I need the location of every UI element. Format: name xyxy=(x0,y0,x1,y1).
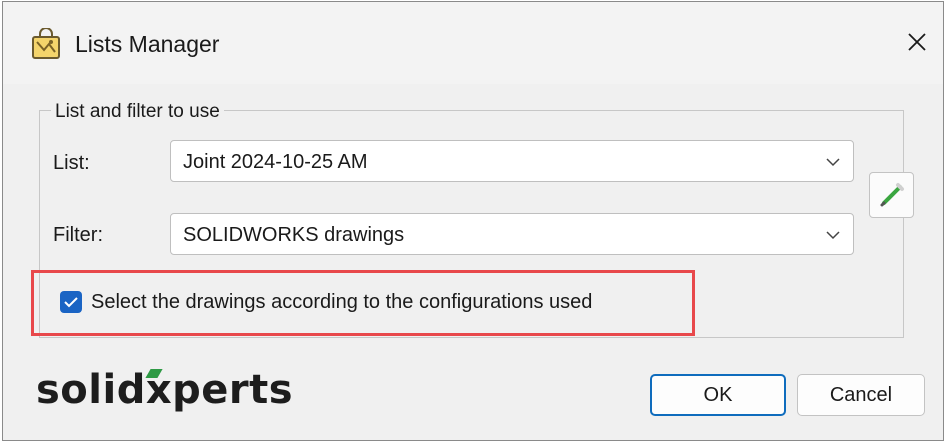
cancel-button[interactable]: Cancel xyxy=(797,374,925,416)
lists-manager-icon xyxy=(32,28,60,59)
filter-label: Filter: xyxy=(53,224,103,246)
chevron-down-icon xyxy=(826,231,840,240)
logo-x: x xyxy=(145,367,172,413)
filter-dropdown-value: SOLIDWORKS drawings xyxy=(183,224,405,246)
filter-dropdown[interactable]: SOLIDWORKS drawings xyxy=(170,213,854,255)
logo-prefix: solid xyxy=(36,367,146,413)
lists-manager-dialog: Lists Manager List and filter to use Lis… xyxy=(2,1,944,441)
close-icon[interactable] xyxy=(899,24,935,60)
ok-button[interactable]: OK xyxy=(650,374,786,416)
group-legend: List and filter to use xyxy=(51,101,224,123)
list-label: List: xyxy=(53,152,90,174)
solidxperts-logo: solid xperts xyxy=(36,367,293,413)
edit-list-button[interactable] xyxy=(869,172,914,218)
configurations-checkbox[interactable] xyxy=(60,291,82,313)
configurations-checkbox-label[interactable]: Select the drawings according to the con… xyxy=(91,291,592,314)
list-dropdown-value: Joint 2024-10-25 AM xyxy=(183,151,368,173)
title-bar: Lists Manager xyxy=(3,2,943,84)
list-dropdown[interactable]: Joint 2024-10-25 AM xyxy=(170,140,854,182)
window-title: Lists Manager xyxy=(75,31,220,57)
checkmark-icon xyxy=(64,297,78,308)
chevron-down-icon xyxy=(826,158,840,167)
logo-suffix: perts xyxy=(172,367,294,413)
pencil-icon xyxy=(880,183,904,207)
